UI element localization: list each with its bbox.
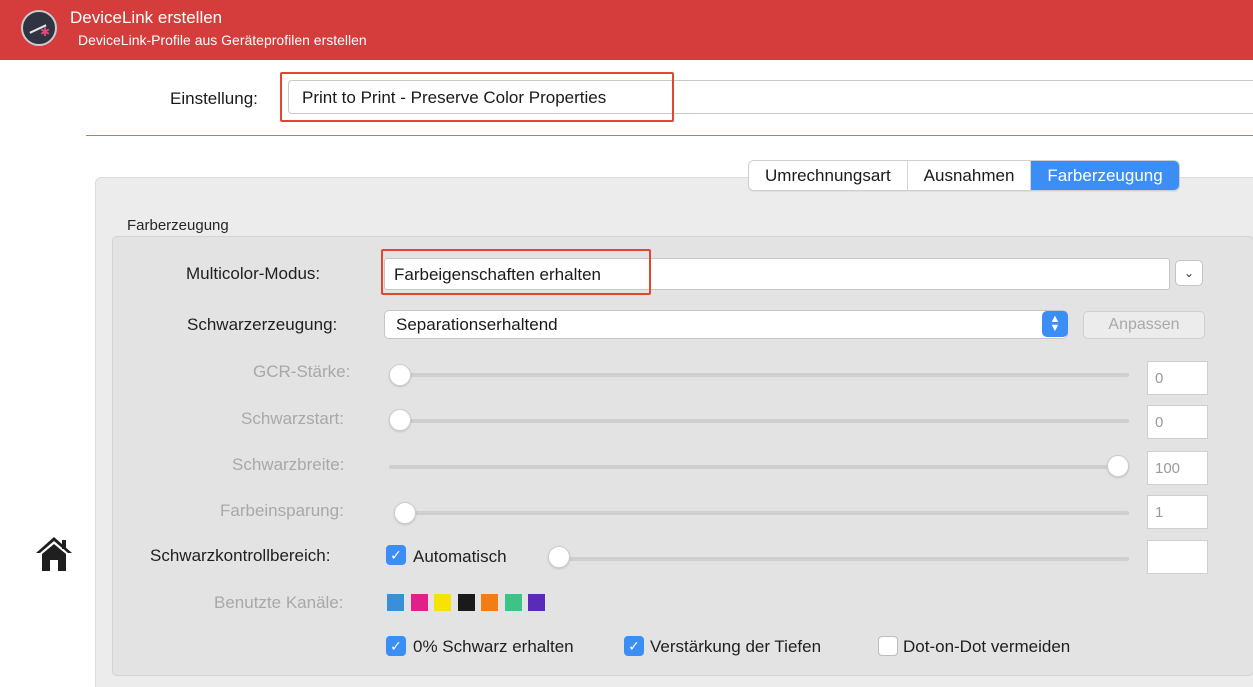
highlight-frame-einstellung — [280, 72, 674, 122]
channel-swatch — [434, 594, 451, 611]
schwarz-erhalten-checkbox[interactable]: ✓ — [386, 636, 406, 656]
select-arrows-icon[interactable]: ▲ ▼ — [1042, 311, 1068, 337]
gcr-staerke-value: 0 — [1155, 370, 1164, 387]
schwarzbreite-slider-track — [389, 465, 1129, 469]
schwarzerzeugung-value: Separationserhaltend — [396, 315, 558, 334]
farbeinsparung-slider-knob[interactable] — [394, 502, 416, 524]
schwarzerzeugung-label: Schwarzerzeugung: — [187, 315, 338, 334]
channel-swatch — [528, 594, 545, 611]
multicolor-label: Multicolor-Modus: — [186, 264, 321, 283]
tab-ausnahmen[interactable]: Ausnahmen — [907, 161, 1032, 190]
gcr-staerke-label: GCR-Stärke: — [253, 362, 351, 381]
schwarzstart-slider-track — [392, 419, 1129, 423]
home-icon[interactable] — [34, 534, 74, 574]
tab-farberzeugung[interactable]: Farberzeugung — [1031, 161, 1179, 190]
gcr-staerke-slider-track — [392, 373, 1129, 377]
automatisch-checkbox[interactable]: ✓ — [386, 545, 406, 565]
einstellung-label: Einstellung: — [170, 89, 258, 108]
gauge-logo-icon: ✱ — [21, 10, 57, 46]
schwarzbreite-slider-knob[interactable] — [1107, 455, 1129, 477]
schwarzstart-slider-knob[interactable] — [389, 409, 411, 431]
app-title: DeviceLink erstellen — [70, 8, 223, 27]
schwarzkontroll-input[interactable] — [1147, 540, 1208, 574]
tab-bar: Umrechnungsart Ausnahmen Farberzeugung — [748, 160, 1180, 191]
schwarzstart-value: 0 — [1155, 414, 1164, 431]
channel-swatch — [387, 594, 404, 611]
devicelink-window: ✱ DeviceLink erstellen DeviceLink-Profil… — [0, 0, 1253, 687]
schwarzstart-label: Schwarzstart: — [241, 409, 344, 428]
tiefen-label: Verstärkung der Tiefen — [650, 637, 822, 656]
farbeinsparung-slider-track — [396, 511, 1129, 515]
schwarzkontroll-slider-track — [550, 557, 1129, 561]
dot-on-dot-label: Dot-on-Dot vermeiden — [903, 637, 1071, 656]
group-title: Farberzeugung — [127, 217, 229, 234]
automatisch-label: Automatisch — [413, 547, 507, 566]
highlight-frame-multicolor — [381, 249, 651, 295]
schwarzkontroll-label: Schwarzkontrollbereich: — [150, 546, 331, 565]
channel-swatch — [410, 594, 428, 611]
tiefen-checkbox[interactable]: ✓ — [624, 636, 644, 656]
schwarzbreite-label: Schwarzbreite: — [232, 455, 345, 474]
kanaele-label: Benutzte Kanäle: — [214, 593, 344, 612]
anpassen-button[interactable]: Anpassen — [1083, 311, 1205, 339]
channel-swatch — [457, 594, 475, 611]
channel-swatch — [504, 594, 522, 611]
gcr-staerke-slider-knob[interactable] — [389, 364, 411, 386]
tab-umrechnungsart[interactable]: Umrechnungsart — [749, 161, 908, 190]
schwarzkontroll-slider-knob[interactable] — [548, 546, 570, 568]
farbeinsparung-label: Farbeinsparung: — [220, 501, 344, 520]
divider-line — [86, 135, 1253, 136]
schwarzbreite-value: 100 — [1155, 460, 1181, 477]
app-subtitle: DeviceLink-Profile aus Geräteprofilen er… — [78, 32, 367, 48]
dot-on-dot-checkbox[interactable] — [878, 636, 898, 656]
farbeinsparung-value: 1 — [1155, 504, 1164, 521]
app-header: ✱ DeviceLink erstellen DeviceLink-Profil… — [0, 0, 1253, 60]
multicolor-dropdown-button[interactable]: ⌄ — [1175, 260, 1203, 286]
schwarz-erhalten-label: 0% Schwarz erhalten — [413, 637, 574, 656]
channel-swatch — [481, 594, 498, 611]
